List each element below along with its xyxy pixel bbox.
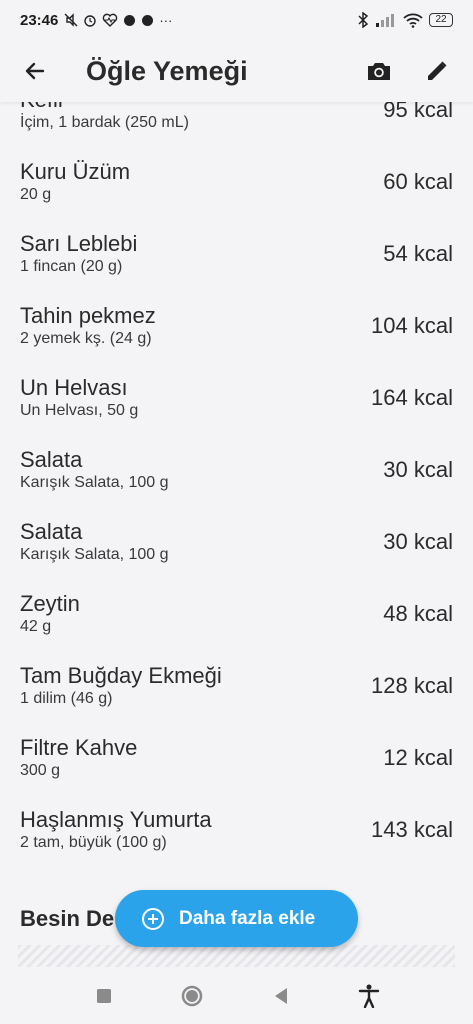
triangle-back-icon: [274, 988, 287, 1004]
signal-icon: [376, 14, 394, 27]
wifi-icon: [403, 13, 423, 28]
food-name: Zeytin: [20, 591, 80, 616]
food-item[interactable]: Zeytin 42 g 48 kcal: [0, 578, 473, 650]
circle-icon: [182, 985, 203, 1007]
add-more-label: Daha fazla ekle: [179, 907, 316, 929]
food-portion: 300 g: [20, 762, 61, 779]
food-kcal: 30 kcal: [383, 457, 453, 482]
pencil-icon: [428, 61, 447, 80]
food-kcal: 30 kcal: [383, 529, 453, 554]
food-item[interactable]: Haşlanmış Yumurta 2 tam, büyük (100 g) 1…: [0, 794, 473, 866]
food-name: Un Helvası: [20, 375, 128, 400]
alarm-icon: [84, 15, 97, 27]
food-item[interactable]: Salata Karışık Salata, 100 g 30 kcal: [0, 434, 473, 506]
food-name: Salata: [20, 519, 83, 544]
food-portion: Un Helvası, 50 g: [20, 402, 139, 419]
back-nav-button[interactable]: [259, 974, 303, 1018]
food-portion: Karışık Salata, 100 g: [20, 546, 169, 563]
food-portion: 1 fincan (20 g): [20, 258, 123, 275]
food-name: Haşlanmış Yumurta: [20, 807, 212, 832]
mute-icon: [64, 13, 78, 27]
camera-button[interactable]: [359, 51, 399, 91]
status-time: 23:46: [20, 11, 59, 29]
food-kcal: 48 kcal: [383, 601, 453, 626]
food-kcal: 104 kcal: [371, 313, 453, 338]
recents-button[interactable]: [82, 974, 126, 1018]
food-item[interactable]: Sarı Leblebi 1 fincan (20 g) 54 kcal: [0, 218, 473, 290]
food-item[interactable]: Kuru Üzüm 20 g 60 kcal: [0, 146, 473, 218]
back-button[interactable]: [0, 40, 70, 102]
food-kcal: 143 kcal: [371, 817, 453, 842]
food-item[interactable]: Tahin pekmez 2 yemek kş. (24 g) 104 kcal: [0, 290, 473, 362]
food-portion: 20 g: [20, 186, 52, 203]
food-name: Filtre Kahve: [20, 735, 138, 760]
food-item[interactable]: Tam Buğday Ekmeği 1 dilim (46 g) 128 kca…: [0, 650, 473, 722]
accessibility-icon: [358, 984, 380, 1008]
nutrition-placeholder: [18, 945, 455, 967]
food-item[interactable]: Salata Karışık Salata, 100 g 30 kcal: [0, 506, 473, 578]
food-portion: 42 g: [20, 618, 52, 635]
app-icon: [142, 14, 154, 26]
food-item[interactable]: Un Helvası Un Helvası, 50 g 164 kcal: [0, 362, 473, 434]
food-portion: Karışık Salata, 100 g: [20, 474, 169, 491]
accessibility-button[interactable]: [347, 974, 391, 1018]
food-name: Sarı Leblebi: [20, 231, 138, 256]
food-kcal: 12 kcal: [383, 745, 453, 770]
food-portion: İçim, 1 bardak (250 mL): [20, 114, 189, 131]
food-item[interactable]: Filtre Kahve 300 g 12 kcal: [0, 722, 473, 794]
notification-icons: ···: [64, 13, 172, 28]
bluetooth-icon: [358, 12, 369, 28]
arrow-back-icon: [25, 62, 45, 80]
food-portion: 2 yemek kş. (24 g): [20, 330, 152, 347]
food-name: Tahin pekmez: [20, 303, 156, 328]
food-kcal: 164 kcal: [371, 385, 453, 410]
food-kcal: 128 kcal: [371, 673, 453, 698]
app-icon: [124, 14, 136, 26]
food-name: Tam Buğday Ekmeği: [20, 663, 222, 688]
status-bar: 23:46 ··· 22: [0, 0, 473, 40]
app-bar: Öğle Yemeği: [0, 40, 473, 102]
page-title: Öğle Yemeği: [86, 55, 248, 86]
home-button[interactable]: [170, 974, 214, 1018]
nutrition-section-title: Besin De: [20, 906, 115, 931]
square-icon: [97, 989, 112, 1003]
camera-icon: [368, 63, 390, 80]
food-list[interactable]: Kefir İçim, 1 bardak (250 mL) 95 kcal Ku…: [0, 60, 473, 955]
heart-rate-icon: [103, 13, 118, 27]
food-portion: 2 tam, büyük (100 g): [20, 834, 167, 851]
more-dots-icon: ···: [159, 12, 173, 28]
plus-circle-icon: [142, 907, 164, 930]
battery-indicator: 22: [429, 13, 453, 27]
food-name: Kuru Üzüm: [20, 159, 131, 184]
add-more-button[interactable]: Daha fazla ekle: [115, 890, 358, 947]
edit-button[interactable]: [417, 51, 457, 91]
system-nav-bar: [0, 968, 473, 1024]
food-portion: 1 dilim (46 g): [20, 690, 113, 707]
food-kcal: 60 kcal: [383, 169, 453, 194]
food-kcal: 54 kcal: [383, 241, 453, 266]
food-name: Salata: [20, 447, 83, 472]
